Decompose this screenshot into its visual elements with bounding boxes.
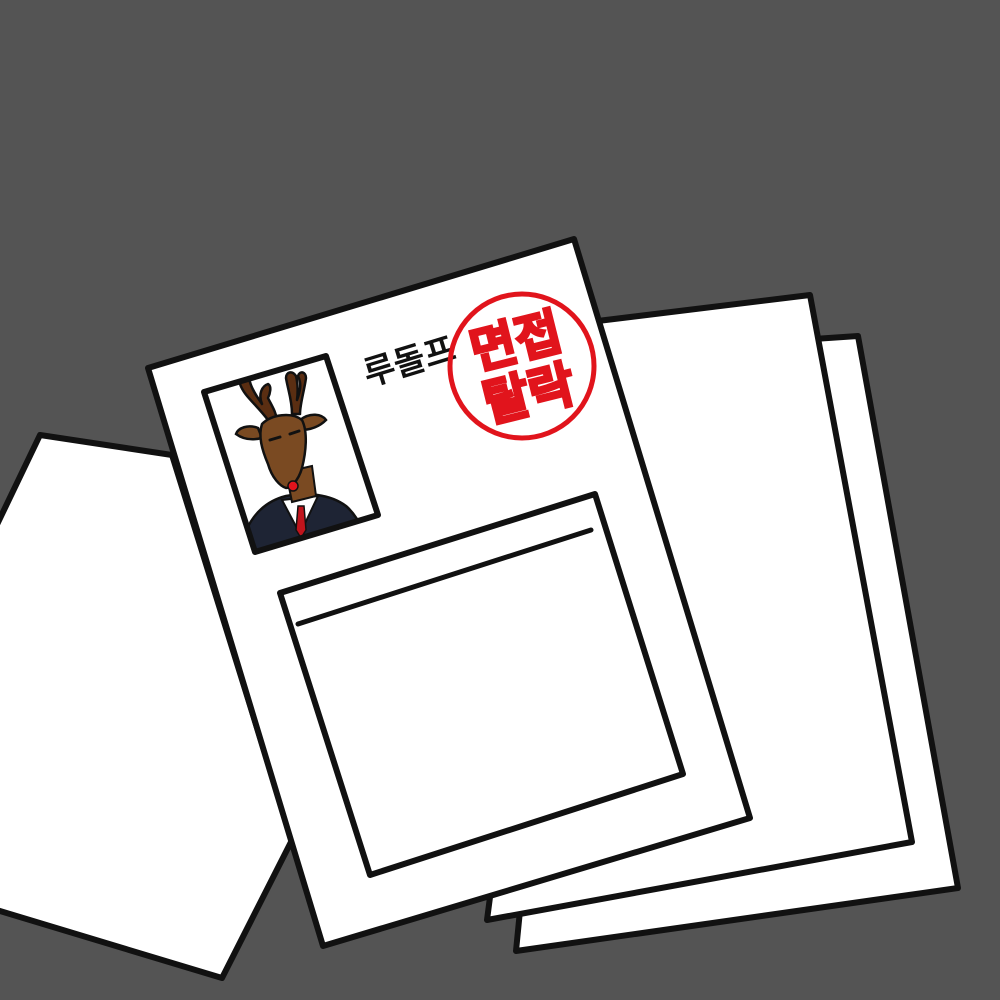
scattered-documents-scene: 루돌프 면접 탈락 <box>0 0 1000 1000</box>
